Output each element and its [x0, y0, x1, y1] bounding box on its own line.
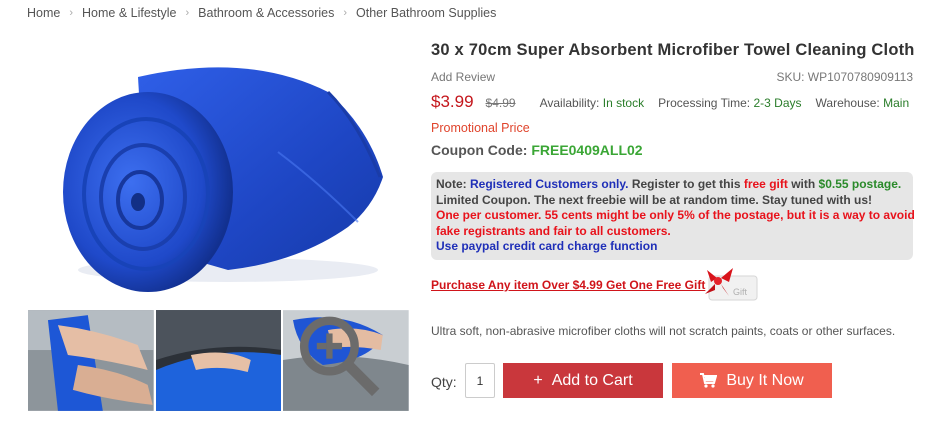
processing-time-value: 2-3 Days: [753, 96, 802, 110]
thumbnail-1[interactable]: [28, 310, 154, 411]
current-price: $3.99: [431, 92, 474, 111]
warehouse-label: Warehouse:: [815, 96, 880, 110]
note-free-gift: free gift: [743, 177, 788, 191]
breadcrumb-other-bathroom-supplies[interactable]: Other Bathroom Supplies: [356, 6, 496, 20]
note-line-4: fake registrants and fair to all custome…: [436, 223, 671, 238]
breadcrumb-home[interactable]: Home: [27, 6, 60, 20]
product-description: Ultra soft, non-abrasive microfiber clot…: [431, 324, 896, 338]
chevron-right-icon: ›: [69, 7, 74, 19]
price-row: $3.99 $4.99 Availability: In stock Proce…: [431, 92, 909, 116]
thumbnail-strip: [28, 310, 410, 411]
warehouse: Warehouse: Main: [816, 96, 910, 110]
note-with-text: with: [787, 177, 819, 191]
chevron-right-icon: ›: [343, 7, 348, 19]
promotional-price-label: Promotional Price: [431, 121, 530, 135]
coupon-note-box: Note: Registered Customers only. Registe…: [431, 172, 915, 260]
add-to-cart-label: Add to Cart: [551, 371, 633, 389]
note-postage: $0.55 postage.: [818, 177, 902, 191]
coupon-code-value: FREE0409ALL02: [531, 142, 643, 158]
coupon-code: Coupon Code: FREE0409ALL02: [431, 142, 643, 158]
processing-time-label: Processing Time:: [658, 96, 751, 110]
add-to-cart-button[interactable]: + Add to Cart: [503, 363, 663, 398]
qty-label: Qty:: [431, 374, 457, 390]
gift-bow-icon[interactable]: Gift: [703, 266, 759, 304]
note-line-3: One per customer. 55 cents might be only…: [436, 208, 915, 222]
towel-image: [63, 67, 383, 292]
availability-value: In stock: [602, 96, 645, 110]
note-line-1: Note: Registered Customers only. Registe…: [436, 177, 908, 193]
gift-tag-text: Gift: [733, 287, 748, 297]
buy-now-label: Buy It Now: [726, 371, 804, 389]
thumbnail-2[interactable]: [155, 310, 282, 411]
buy-now-button[interactable]: Buy It Now: [672, 363, 832, 398]
paypal-note: Use paypal credit card charge function: [436, 239, 658, 253]
free-gift-link[interactable]: Purchase Any item Over $4.99 Get One Fre…: [431, 278, 705, 292]
product-title: 30 x 70cm Super Absorbent Microfiber Tow…: [431, 41, 915, 59]
warehouse-value: Main: [883, 96, 910, 110]
chevron-right-icon: ›: [185, 7, 190, 19]
breadcrumb: Home › Home & Lifestyle › Bathroom & Acc…: [27, 5, 496, 21]
product-main-image[interactable]: [28, 32, 408, 298]
cart-icon: [700, 373, 718, 388]
add-review-link[interactable]: Add Review: [431, 70, 495, 84]
note-register-text: Register to get this: [628, 177, 744, 191]
note-registered-only: Registered Customers only.: [470, 177, 629, 191]
product-sku: SKU: WP1070780909113: [776, 70, 913, 84]
plus-icon: +: [533, 371, 543, 389]
coupon-code-label: Coupon Code:: [431, 142, 528, 158]
breadcrumb-home-lifestyle[interactable]: Home & Lifestyle: [82, 6, 176, 20]
qty-input[interactable]: [465, 363, 495, 398]
magnifier-icon[interactable]: [283, 310, 401, 405]
original-price: $4.99: [485, 96, 516, 110]
thumbnail-3[interactable]: [283, 310, 410, 411]
note-prefix: Note:: [436, 177, 470, 191]
breadcrumb-bathroom-accessories[interactable]: Bathroom & Accessories: [198, 6, 334, 20]
availability: Availability: In stock: [540, 96, 645, 110]
note-line-2: Limited Coupon. The next freebie will be…: [436, 192, 873, 207]
availability-label: Availability:: [539, 96, 600, 110]
processing-time: Processing Time: 2-3 Days: [658, 96, 801, 110]
